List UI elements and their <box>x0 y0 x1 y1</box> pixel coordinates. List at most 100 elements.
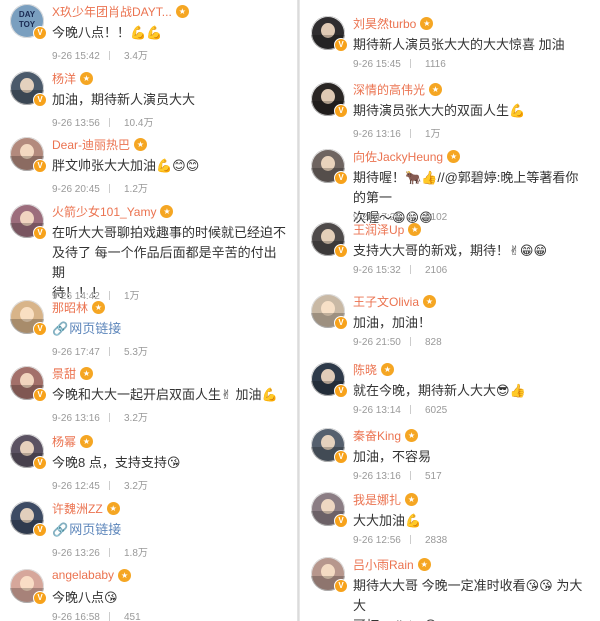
verified-badge-icon: V <box>334 38 348 52</box>
verified-badge-icon: V <box>33 93 47 107</box>
comment-header: 王子文Olivia ★ <box>353 293 437 310</box>
comment-item: V 王子文Olivia ★ 加油，加油！ 9-26 21:50 828 <box>307 290 593 358</box>
username-link[interactable]: 刘昊然turbo <box>353 15 416 32</box>
comment-meta: 9-26 13:16 3.2万 <box>52 409 148 424</box>
comment-item: V吕小雨Rain★期待大大哥 今晚一定准时收看😘😘 为大大哥打 call❤❤😊9… <box>307 553 593 621</box>
comment-header: 那昭林 ★ <box>52 299 106 316</box>
comment-text: 加油，加油！ <box>353 313 591 333</box>
like-count[interactable]: 3.4万 <box>124 47 148 62</box>
username-link[interactable]: 向佐JackyHeung <box>353 148 443 165</box>
comment-line: 胖文帅张大大加油💪😊😊 <box>52 158 200 173</box>
like-count[interactable]: 2106 <box>425 265 447 276</box>
timestamp: 9-26 16:58 <box>52 612 100 621</box>
comment-header: 深情的高伟光 ★ <box>353 81 443 98</box>
verified-badge-icon: V <box>33 388 47 402</box>
meta-separator <box>410 471 425 480</box>
comment-text: 🔗网页链接 <box>52 319 290 339</box>
comment-header: 陈晓 ★ <box>353 361 395 378</box>
username-link[interactable]: 我是娜扎 <box>353 491 401 508</box>
like-count[interactable]: 6025 <box>425 405 447 416</box>
comment-meta: 9-26 20:45 1.2万 <box>52 180 148 195</box>
timestamp: 9-26 17:47 <box>52 347 100 358</box>
username-link[interactable]: 许魏洲ZZ <box>52 500 103 517</box>
meta-separator <box>410 535 425 544</box>
username-link[interactable]: 王子文Olivia <box>353 293 419 310</box>
comment-text: 今晚八点！！💪💪 <box>52 23 290 43</box>
comment-header: 许魏洲ZZ ★ <box>52 500 120 517</box>
username-link[interactable]: Dear-迪丽热巴 <box>52 136 130 153</box>
comment-line: 加油，不容易 <box>353 449 432 464</box>
username-link[interactable]: 杨幂 <box>52 433 76 450</box>
web-link[interactable]: 🔗网页链接 <box>52 321 121 336</box>
comment-item: V 那昭林 ★ 🔗网页链接 9-26 17:47 5.3万 <box>6 296 292 362</box>
username-link[interactable]: 王润泽Up <box>353 221 404 238</box>
verified-badge-icon: V <box>33 26 47 40</box>
medal-icon: ★ <box>134 138 148 151</box>
meta-separator <box>410 337 425 346</box>
username-link[interactable]: 景甜 <box>52 365 76 382</box>
like-count[interactable]: 10.4万 <box>124 114 153 129</box>
comment-meta: 9-26 13:26 1.8万 <box>52 544 148 559</box>
like-count[interactable]: 517 <box>425 471 442 482</box>
like-count[interactable]: 3.2万 <box>124 477 148 492</box>
like-count[interactable]: 5.3万 <box>124 343 148 358</box>
verified-badge-icon: V <box>334 316 348 330</box>
like-count[interactable]: 1万 <box>425 125 441 140</box>
username-link[interactable]: 秦奋King <box>353 427 401 444</box>
username-link[interactable]: 陈晓 <box>353 361 377 378</box>
like-count[interactable]: 1116 <box>425 59 446 70</box>
username-link[interactable]: 火箭少女101_Yamy <box>52 203 156 220</box>
timestamp: 9-26 12:45 <box>52 481 100 492</box>
meta-separator <box>109 347 124 356</box>
verified-badge-icon: V <box>33 322 47 336</box>
comment-line: 加油，加油！ <box>353 315 432 330</box>
comment-line: 今晚和大大一起开启双面人生✌ 加油💪 <box>52 387 278 402</box>
comment-meta: 9-26 13:56 10.4万 <box>52 114 153 129</box>
comment-line: 在听大大哥聊拍戏趣事的时候就已经迫不 <box>52 225 287 240</box>
medal-icon: ★ <box>118 568 132 582</box>
comment-header: 景甜 ★ <box>52 365 94 382</box>
comment-meta: 9-26 21:50 828 <box>353 337 442 348</box>
username-link[interactable]: 深情的高伟光 <box>353 81 425 98</box>
web-link[interactable]: 🔗网页链接 <box>52 522 121 537</box>
like-count[interactable]: 2838 <box>425 535 447 546</box>
like-count[interactable]: 3.2万 <box>124 409 148 424</box>
timestamp: 9-26 13:56 <box>52 118 100 129</box>
medal-icon: ★ <box>175 5 189 18</box>
comment-meta: 9-26 13:16 517 <box>353 471 442 482</box>
timestamp: 9-26 13:14 <box>353 405 401 416</box>
comment-line: 期待大大哥 今晚一定准时收看😘😘 为大大 <box>353 578 583 613</box>
meta-separator <box>109 118 124 127</box>
like-count[interactable]: 828 <box>425 337 442 348</box>
medal-icon: ★ <box>106 502 120 515</box>
username-link[interactable]: 那昭林 <box>52 299 88 316</box>
comment-meta: 9-26 17:47 5.3万 <box>52 343 148 358</box>
timestamp: 9-26 13:16 <box>52 413 100 424</box>
comment-item: V 火箭少女101_Yamy ★ 在听大大哥聊拍戏趣事的时候就已经迫不 及待了 每一个作… <box>6 200 292 302</box>
meta-separator <box>109 548 124 557</box>
comment-text: 加油，不容易 <box>353 447 591 467</box>
comment-line: 今晚八点！！💪💪 <box>52 25 163 40</box>
comment-header: 杨幂 ★ <box>52 433 94 450</box>
username-link[interactable]: X玖少年团肖战DAYT... <box>52 3 172 20</box>
comment-item: DAY TOY V X玖少年团肖战DAYT... ★ 今晚八点！！💪💪 9-26 15:4… <box>6 0 292 67</box>
comment-header: angelababy ★ <box>52 568 132 582</box>
comment-line: 大大加油💪 <box>353 513 422 528</box>
like-count[interactable]: 451 <box>124 612 141 621</box>
link-icon: 🔗 <box>52 522 69 537</box>
username-link[interactable]: 杨洋 <box>52 70 76 87</box>
comment-line: 今晚8 点，支持支持😘 <box>52 455 181 470</box>
comment-text: 今晚和大大一起开启双面人生✌ 加油💪 <box>52 385 290 405</box>
medal-icon: ★ <box>420 17 434 30</box>
like-count[interactable]: 1.8万 <box>124 544 148 559</box>
verified-badge-icon: V <box>334 450 348 464</box>
meta-separator <box>109 481 124 490</box>
verified-badge-icon: V <box>334 104 348 118</box>
comment-line: 加油，期待新人演员大大 <box>52 92 196 107</box>
username-link[interactable]: 吕小雨Rain <box>353 556 414 573</box>
medal-icon: ★ <box>405 493 419 506</box>
comment-header: 杨洋 ★ <box>52 70 94 87</box>
comment-text: 今晚8 点，支持支持😘 <box>52 453 290 473</box>
username-link[interactable]: angelababy <box>52 568 114 582</box>
like-count[interactable]: 1.2万 <box>124 180 148 195</box>
